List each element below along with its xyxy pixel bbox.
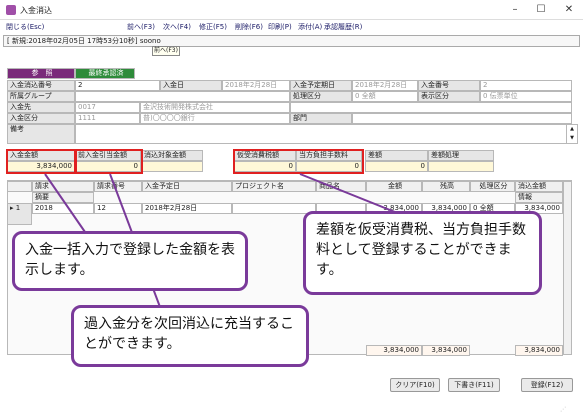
callout-karibarai: 差額を仮受消費税、当方負担手数料として登録することができます。 xyxy=(303,211,542,295)
connector-3 xyxy=(299,173,401,215)
callout-hikiate: 過入金分を次回消込に充当することができます。 xyxy=(71,305,309,367)
connector-1 xyxy=(44,173,86,233)
callout-kingaku: 入金一括入力で登録した金額を表示します。 xyxy=(12,231,248,291)
